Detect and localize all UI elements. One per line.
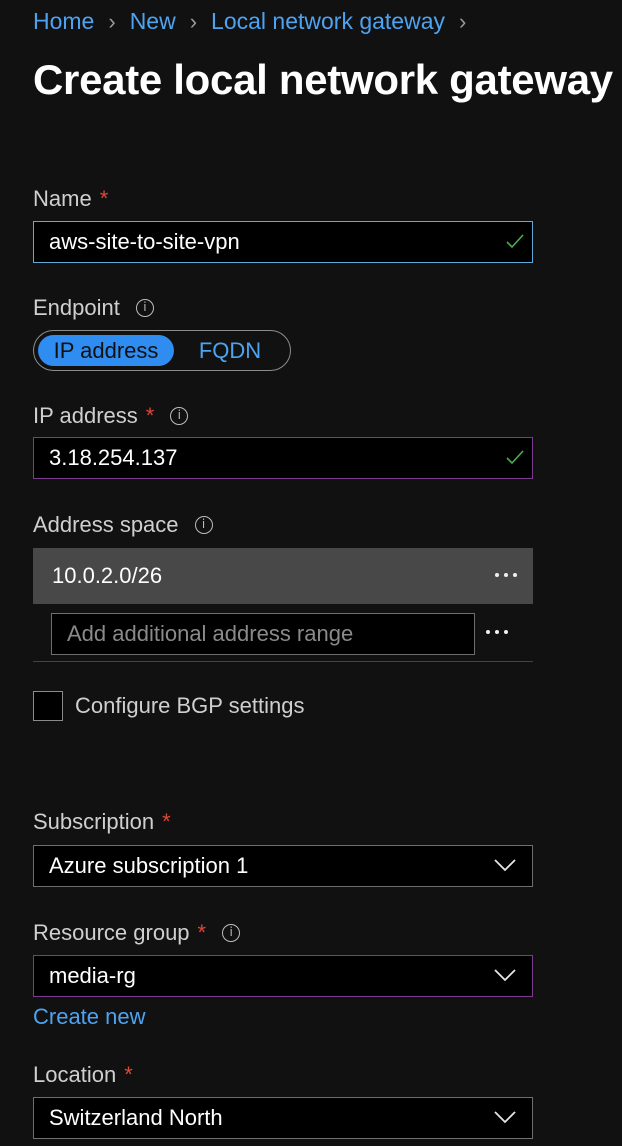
endpoint-label: Endpoint i (33, 295, 154, 321)
ip-address-input-value: 3.18.254.137 (49, 445, 178, 470)
chevron-right-icon: › (459, 8, 467, 34)
more-ellipsis-icon[interactable] (486, 630, 508, 634)
breadcrumb-local-network-gateway-link[interactable]: Local network gateway (211, 8, 445, 35)
required-marker: * (162, 809, 171, 834)
required-marker: * (197, 920, 207, 945)
bgp-checkbox-label: Configure BGP settings (75, 693, 305, 718)
chevron-down-icon (494, 969, 516, 982)
endpoint-label-text: Endpoint (33, 295, 120, 320)
info-icon[interactable]: i (170, 407, 189, 425)
address-space-label-text: Address space (33, 512, 179, 537)
location-dropdown[interactable]: Switzerland North (33, 1097, 533, 1139)
bgp-checkbox-row[interactable]: Configure BGP settings (33, 691, 305, 721)
ip-address-label: IP address * i (33, 403, 189, 429)
checkmark-icon (506, 234, 524, 249)
info-icon[interactable]: i (135, 299, 154, 317)
info-icon[interactable]: i (194, 516, 213, 534)
chevron-down-icon (494, 859, 516, 872)
required-marker: * (124, 1062, 133, 1087)
chevron-down-icon (494, 1111, 516, 1124)
chevron-right-icon: › (189, 8, 198, 34)
subscription-dropdown-value: Azure subscription 1 (49, 853, 249, 878)
checkmark-icon (506, 450, 524, 465)
ip-address-label-text: IP address (33, 403, 138, 428)
breadcrumb-new-link[interactable]: New (130, 8, 176, 35)
endpoint-option-ip-address[interactable]: IP address (38, 335, 174, 366)
bgp-checkbox[interactable] (33, 691, 63, 721)
resource-group-label-text: Resource group (33, 920, 190, 945)
address-range-value: 10.0.2.0/26 (52, 563, 163, 588)
resource-group-dropdown-value: media-rg (49, 963, 136, 988)
name-input-value: aws-site-to-site-vpn (49, 229, 240, 254)
resource-group-dropdown[interactable]: media-rg (33, 955, 533, 997)
divider (33, 661, 533, 662)
breadcrumb: Home › New › Local network gateway › (33, 8, 480, 35)
location-dropdown-value: Switzerland North (49, 1105, 223, 1130)
location-label: Location * (33, 1062, 133, 1088)
info-icon[interactable]: i (222, 924, 241, 942)
create-new-link[interactable]: Create new (33, 1004, 146, 1030)
page-title: Create local network gateway (33, 56, 613, 103)
name-label-text: Name (33, 186, 92, 211)
add-address-range-input[interactable] (67, 621, 474, 647)
name-input[interactable]: aws-site-to-site-vpn (33, 221, 533, 263)
endpoint-option-fqdn[interactable]: FQDN (174, 335, 286, 366)
breadcrumb-home-link[interactable]: Home (33, 8, 94, 35)
subscription-label-text: Subscription (33, 809, 155, 834)
required-marker: * (145, 403, 155, 428)
subscription-label: Subscription * (33, 809, 171, 835)
required-marker: * (99, 186, 109, 211)
ip-address-input[interactable]: 3.18.254.137 (33, 437, 533, 479)
more-ellipsis-icon[interactable] (495, 573, 517, 577)
endpoint-toggle[interactable]: IP address FQDN (33, 330, 291, 371)
resource-group-label: Resource group * i (33, 920, 241, 946)
add-address-range-field[interactable] (51, 613, 475, 655)
address-range-row[interactable]: 10.0.2.0/26 (33, 548, 533, 604)
subscription-dropdown[interactable]: Azure subscription 1 (33, 845, 533, 887)
name-label: Name * (33, 186, 108, 212)
location-label-text: Location (33, 1062, 117, 1087)
chevron-right-icon: › (108, 8, 116, 34)
address-space-label: Address space i (33, 512, 213, 538)
